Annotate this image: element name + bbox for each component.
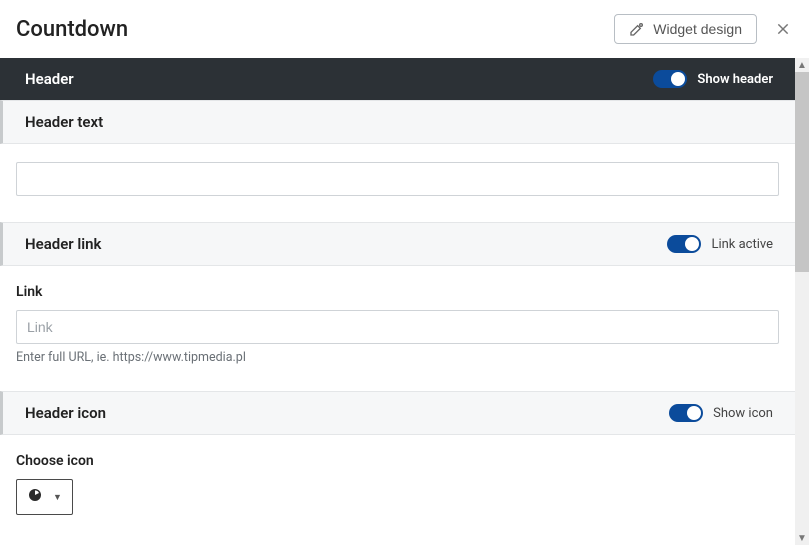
widget-design-button[interactable]: Widget design: [614, 14, 757, 44]
paint-icon: [629, 21, 645, 37]
link-active-toggle[interactable]: [667, 235, 701, 253]
chevron-down-icon: ▼: [53, 492, 62, 503]
widget-design-label: Widget design: [653, 21, 742, 37]
section-header-text: Header text: [0, 100, 795, 144]
close-icon[interactable]: [773, 19, 793, 39]
section-header-link: Header link Link active: [0, 222, 795, 266]
header-text-input[interactable]: [16, 162, 779, 196]
section-label: Header link: [25, 235, 101, 253]
clock-icon: [27, 487, 43, 507]
settings-scroll[interactable]: Header Show header Header text Header li…: [0, 58, 795, 545]
scroll-down-arrow[interactable]: ▼: [795, 531, 809, 545]
section-label: Header icon: [25, 404, 106, 422]
section-label: Header: [25, 70, 74, 88]
scrollbar[interactable]: ▲ ▼: [795, 58, 809, 545]
scroll-thumb[interactable]: [795, 72, 809, 272]
page-title: Countdown: [16, 17, 128, 42]
link-helper: Enter full URL, ie. https://www.tipmedia…: [16, 350, 779, 365]
link-label: Link: [16, 284, 779, 300]
show-header-toggle-label: Show header: [697, 72, 773, 87]
link-input[interactable]: [16, 310, 779, 344]
choose-icon-label: Choose icon: [16, 453, 779, 469]
section-header-icon: Header icon Show icon: [0, 391, 795, 435]
show-icon-toggle[interactable]: [669, 404, 703, 422]
section-header-header: Header Show header: [0, 58, 795, 100]
icon-picker[interactable]: ▼: [16, 479, 73, 515]
link-active-toggle-label: Link active: [711, 237, 773, 252]
show-icon-toggle-label: Show icon: [713, 406, 773, 421]
show-header-toggle[interactable]: [653, 70, 687, 88]
scroll-up-arrow[interactable]: ▲: [795, 58, 809, 72]
section-label: Header text: [25, 113, 103, 131]
